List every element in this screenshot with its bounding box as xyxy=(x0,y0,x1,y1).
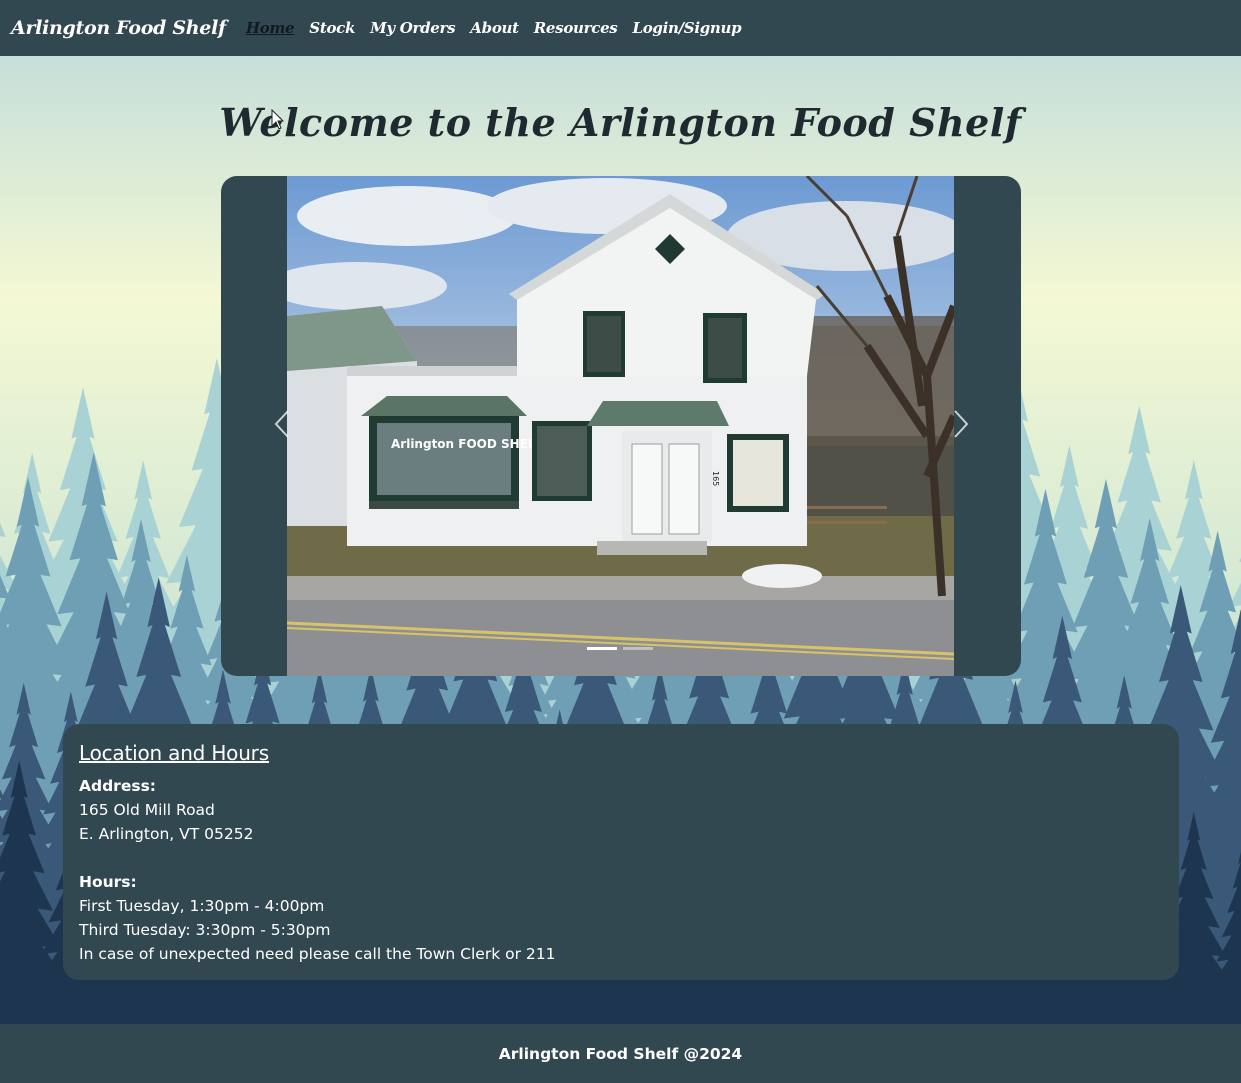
location-hours-card: Location and Hours Address: 165 Old Mill… xyxy=(63,724,1179,980)
house-number-text: 165 xyxy=(711,471,720,486)
navbar: Arlington Food Shelf Home Stock My Order… xyxy=(0,0,1241,56)
hours-label: Hours: xyxy=(79,873,137,891)
hours-line-2: Third Tuesday: 3:30pm - 5:30pm xyxy=(79,921,331,939)
chevron-right-icon xyxy=(953,409,969,444)
image-carousel: Arlington FOOD SHELF 165 xyxy=(221,176,1021,676)
address-label: Address: xyxy=(79,777,156,795)
nav-menu: Home Stock My Orders About Resources Log… xyxy=(246,19,742,37)
page-title: Welcome to the Arlington Food Shelf xyxy=(219,100,1022,145)
storefront-sign-text: Arlington FOOD SHELF xyxy=(391,437,544,451)
nav-item-my-orders[interactable]: My Orders xyxy=(370,19,456,37)
nav-item-resources[interactable]: Resources xyxy=(534,19,618,37)
carousel-slide-food-shelf-building-photo: Arlington FOOD SHELF 165 xyxy=(267,176,967,676)
chevron-left-icon xyxy=(274,409,290,444)
carousel-previous-button[interactable] xyxy=(267,406,297,446)
location-hours-heading: Location and Hours xyxy=(79,741,269,765)
carousel-next-button[interactable] xyxy=(946,406,976,446)
brand-link[interactable]: Arlington Food Shelf xyxy=(11,17,226,39)
nav-item-about[interactable]: About xyxy=(470,19,519,37)
hours-line-1: First Tuesday, 1:30pm - 4:00pm xyxy=(79,897,325,915)
footer-text: Arlington Food Shelf @2024 xyxy=(498,1044,743,1063)
footer: Arlington Food Shelf @2024 xyxy=(0,1024,1241,1083)
mouse-cursor-icon xyxy=(271,108,285,136)
nav-item-login-signup[interactable]: Login/Signup xyxy=(632,19,741,37)
carousel-indicator-1[interactable] xyxy=(587,647,617,650)
nav-item-home[interactable]: Home xyxy=(246,19,295,37)
carousel-indicators xyxy=(587,647,653,650)
hours-note: In case of unexpected need please call t… xyxy=(79,945,556,963)
address-line-1: 165 Old Mill Road xyxy=(79,801,215,819)
address-line-2: E. Arlington, VT 05252 xyxy=(79,825,254,843)
location-hours-body: Address: 165 Old Mill Road E. Arlington,… xyxy=(79,774,555,966)
carousel-indicator-2[interactable] xyxy=(623,647,653,650)
nav-item-stock[interactable]: Stock xyxy=(309,19,355,37)
